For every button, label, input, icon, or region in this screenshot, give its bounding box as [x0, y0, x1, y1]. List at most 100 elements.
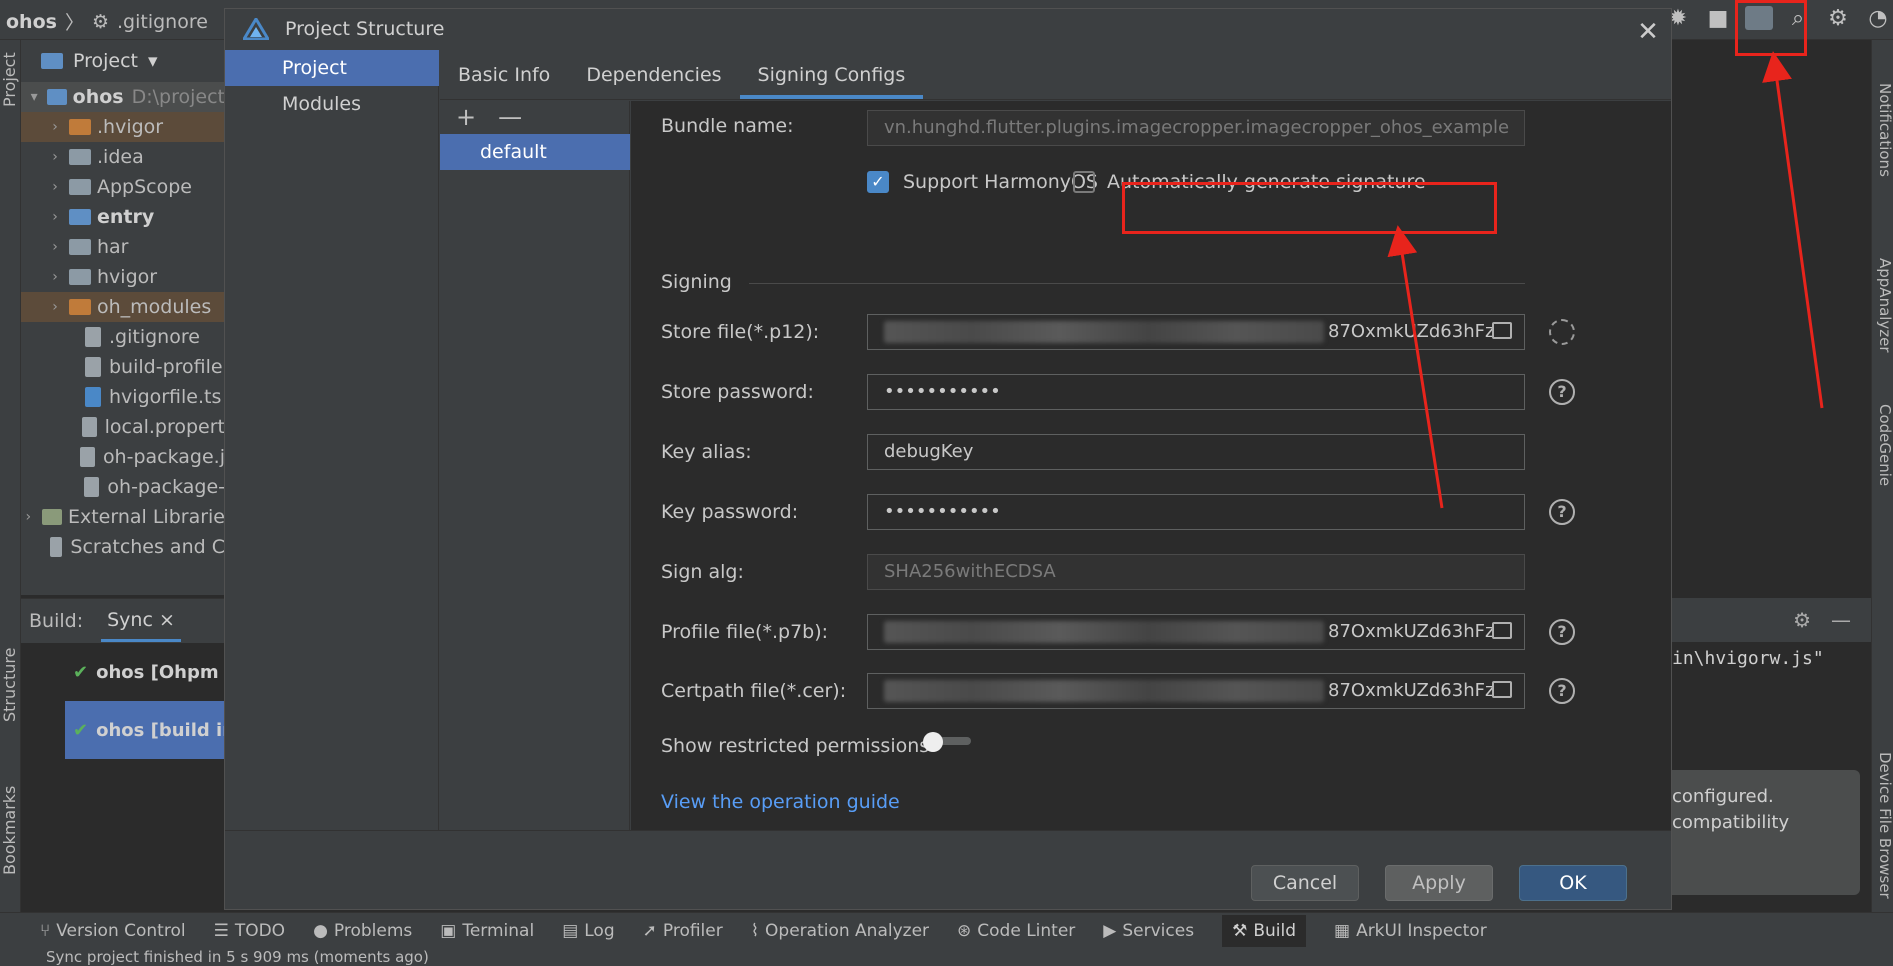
certpath-file-field[interactable]: 87OxmkUZd63hFz [867, 673, 1525, 709]
appanalyzer-tool-tab[interactable]: AppAnalyzer [1873, 230, 1893, 380]
codegenie-tool-tab[interactable]: CodeGenie [1873, 380, 1893, 510]
tree-row[interactable]: › External Librarie [21, 502, 225, 532]
tree-row[interactable]: hvigorfile.ts [21, 382, 225, 412]
key-alias-field[interactable]: debugKey [867, 434, 1525, 470]
structure-tool-tab[interactable]: Structure [0, 640, 21, 730]
toolwindow-problems[interactable]: ● Problems [313, 921, 412, 941]
console-output: in\hvigorw.js" [1672, 648, 1824, 669]
chat-icon[interactable]: ◔ [1865, 6, 1891, 32]
toolwindow-operation-analyzer[interactable]: ⌇ Operation Analyzer [751, 921, 929, 941]
toolwindow-terminal[interactable]: ▣ Terminal [440, 921, 534, 941]
annotation-box [1122, 182, 1497, 234]
redacted-path [884, 321, 1324, 343]
bookmarks-tool-tab[interactable]: Bookmarks [0, 780, 21, 880]
project-panel: Project ▾ ▾ ohos D:\project › .hvigor › .ide… [21, 40, 225, 595]
toolwindow-build[interactable]: ⚒ Build [1222, 914, 1306, 947]
tree-row[interactable]: oh-package.j [21, 442, 225, 472]
help-icon[interactable]: ? [1549, 619, 1575, 645]
chevron-down-icon[interactable]: ▾ [148, 50, 158, 72]
tree-row[interactable]: build-profile [21, 352, 225, 382]
sign-alg-field[interactable]: SHA256withECDSA [867, 554, 1525, 590]
close-icon[interactable]: ✕ [1633, 17, 1663, 47]
folder-icon[interactable] [1492, 681, 1512, 698]
help-icon[interactable]: ? [1549, 678, 1575, 704]
tree-row[interactable]: › .hvigor [21, 112, 225, 142]
tab-basic-info[interactable]: Basic Info [440, 50, 568, 99]
list-icon: ☰ [213, 920, 229, 941]
support-harmonyos-checkbox[interactable]: ✓ [867, 171, 889, 193]
tree-row[interactable]: › oh_modules [21, 292, 225, 322]
notification-balloon[interactable]: configured. compatibility [1660, 770, 1860, 895]
bundle-name-field[interactable]: vn.hunghd.flutter.plugins.imagecropper.i… [867, 110, 1525, 146]
config-item-default[interactable]: default [440, 134, 630, 170]
tree-row[interactable]: › har [21, 232, 225, 262]
breadcrumb-file[interactable]: .gitignore [117, 11, 208, 33]
tree-row[interactable]: ▾ ohos D:\project [21, 82, 225, 112]
device-file-browser-tool-tab[interactable]: Device File Browser [1873, 730, 1893, 920]
key-password-field[interactable]: ••••••••••• [867, 494, 1525, 530]
tree-row[interactable]: › entry [21, 202, 225, 232]
help-icon[interactable]: ? [1549, 499, 1575, 525]
operation-guide-link[interactable]: View the operation guide [661, 791, 900, 813]
project-panel-title[interactable]: Project [73, 50, 138, 72]
tab-sync[interactable]: Sync × [101, 601, 181, 642]
tree-row[interactable]: .gitignore [21, 322, 225, 352]
notification-line: compatibility [1672, 812, 1790, 833]
build-row[interactable]: ✔ohos [build ini [65, 701, 225, 759]
help-icon[interactable]: ? [1549, 379, 1575, 405]
cancel-button[interactable]: Cancel [1251, 865, 1359, 901]
close-icon[interactable]: × [159, 609, 175, 631]
dialog-tabs: Basic Info Dependencies Signing Configs [440, 50, 1671, 100]
profile-file-field[interactable]: 87OxmkUZd63hFz [867, 614, 1525, 650]
dialog-title-bar: Project Structure [225, 9, 1671, 49]
folder-icon[interactable] [1492, 622, 1512, 639]
status-bar: Sync project finished in 5 s 909 ms (mom… [0, 948, 1893, 966]
tree-row[interactable]: oh-package- [21, 472, 225, 502]
profiler-icon: ➚ [642, 920, 657, 941]
project-tool-tab[interactable]: Project [0, 50, 21, 110]
toggle-knob[interactable] [923, 732, 943, 752]
minimize-icon[interactable]: — [1831, 608, 1851, 632]
project-panel-header: Project ▾ [21, 40, 225, 82]
stop-icon[interactable]: ■ [1705, 6, 1731, 32]
gear-icon[interactable]: ⚙ [1793, 608, 1811, 632]
toolwindow-code-linter[interactable]: ⊛ Code Linter [957, 921, 1075, 941]
warning-icon: ● [313, 920, 328, 941]
config-list-toolbar: + — [440, 101, 630, 133]
auto-sign-checkbox[interactable] [1073, 171, 1095, 193]
chevron-right-icon: 〉 [64, 12, 84, 34]
store-file-field[interactable]: 87OxmkUZd63hFz [867, 314, 1525, 350]
toolwindow-arkui-inspector[interactable]: ▦ ArkUI Inspector [1334, 921, 1487, 941]
tree-row[interactable]: › .idea [21, 142, 225, 172]
toolwindow-profiler[interactable]: ➚ Profiler [643, 921, 723, 941]
bundle-name-label: Bundle name: [661, 115, 794, 137]
tree-row[interactable]: Scratches and C [21, 532, 225, 562]
tree-row[interactable]: local.propert [21, 412, 225, 442]
tree-row[interactable]: › AppScope [21, 172, 225, 202]
store-password-field[interactable]: ••••••••••• [867, 374, 1525, 410]
toolwindow-version-control[interactable]: ⑂ Version Control [40, 921, 186, 941]
folder-icon[interactable] [1492, 322, 1512, 339]
remove-config-button[interactable]: — [498, 103, 522, 131]
nav-item-project[interactable]: Project [225, 50, 439, 86]
add-config-button[interactable]: + [456, 103, 476, 131]
ok-button[interactable]: OK [1519, 865, 1627, 901]
toolwindow-log[interactable]: ▤ Log [562, 921, 614, 941]
tree-row[interactable]: › hvigor [21, 262, 225, 292]
notifications-tool-tab[interactable]: Notifications [1873, 60, 1893, 200]
apply-button[interactable]: Apply [1385, 865, 1493, 901]
gear-icon[interactable]: ⚙ [1825, 6, 1851, 32]
dialog-footer: Cancel Apply OK [225, 830, 1671, 909]
toolwindow-services[interactable]: ▶ Services [1103, 921, 1194, 941]
tool-window-bar: ⑂ Version Control ☰ TODO ● Problems ▣ Termin… [0, 912, 1893, 948]
breadcrumb: ohos 〉 ⚙ .gitignore [6, 8, 208, 35]
tab-signing-configs[interactable]: Signing Configs [739, 50, 924, 99]
build-row[interactable]: ✔ohos [Ohpm In [65, 643, 225, 701]
fingerprint-icon[interactable] [1549, 319, 1575, 345]
branch-icon: ⑂ [40, 920, 51, 941]
nav-item-modules[interactable]: Modules [225, 86, 439, 122]
toolwindow-todo[interactable]: ☰ TODO [214, 921, 286, 941]
breadcrumb-root[interactable]: ohos [6, 11, 57, 33]
certpath-file-label: Certpath file(*.cer): [661, 680, 847, 702]
tab-dependencies[interactable]: Dependencies [568, 50, 739, 99]
